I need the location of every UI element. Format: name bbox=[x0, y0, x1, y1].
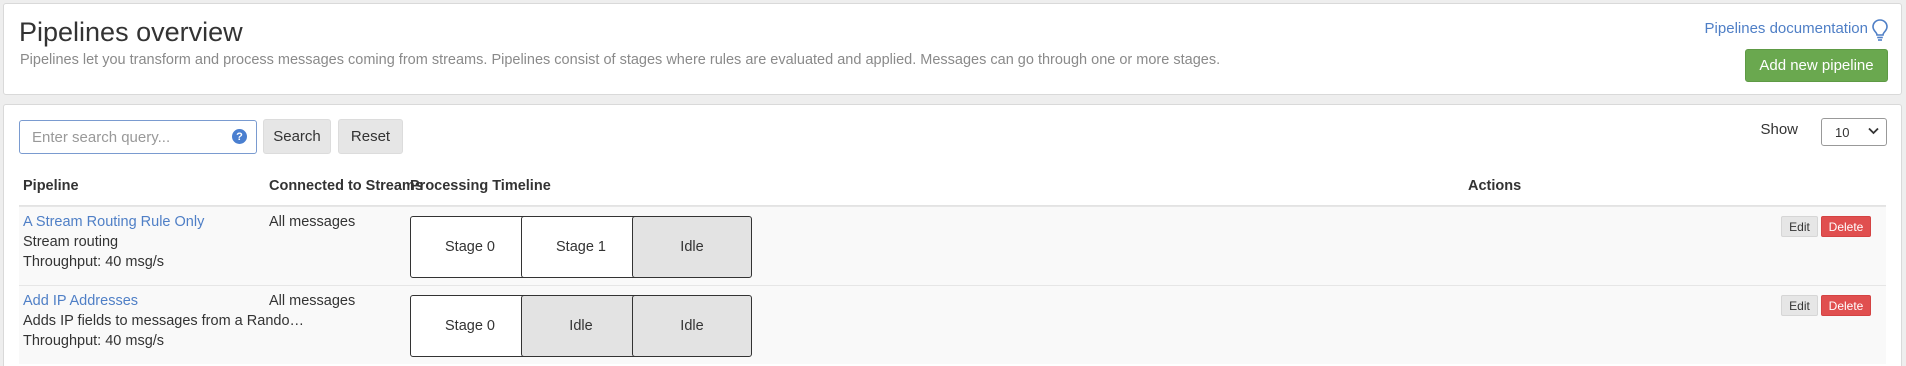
pipeline-throughput: Throughput: 40 msg/s bbox=[23, 333, 165, 349]
table-row: Add IP Addresses Adds IP fields to messa… bbox=[19, 285, 1886, 364]
pipeline-cell: A Stream Routing Rule Only Stream routin… bbox=[23, 212, 308, 272]
pipelines-documentation-link[interactable]: Pipelines documentation bbox=[1705, 20, 1868, 37]
stage-box[interactable]: Stage 1 bbox=[521, 216, 641, 278]
show-label: Show bbox=[1760, 121, 1798, 138]
search-box: ? bbox=[19, 120, 257, 154]
page-size-select[interactable]: 10 bbox=[1821, 118, 1887, 146]
search-button[interactable]: Search bbox=[263, 119, 331, 154]
pipeline-description: Stream routing bbox=[23, 234, 119, 250]
stage-box[interactable]: Stage 0 bbox=[410, 295, 530, 357]
column-header-processing-timeline: Processing Timeline bbox=[410, 178, 551, 194]
page-size-value: 10 bbox=[1835, 125, 1850, 140]
delete-button[interactable]: Delete bbox=[1821, 216, 1871, 237]
connected-streams: All messages bbox=[269, 293, 356, 309]
stage-idle-box: Idle bbox=[521, 295, 641, 357]
edit-button[interactable]: Edit bbox=[1781, 216, 1818, 237]
lightbulb-icon[interactable] bbox=[1871, 18, 1889, 42]
stage-idle-box: Idle bbox=[632, 216, 752, 278]
page-description: Pipelines let you transform and process … bbox=[20, 52, 1221, 68]
add-new-pipeline-button[interactable]: Add new pipeline bbox=[1745, 49, 1888, 82]
chevron-down-icon bbox=[1868, 127, 1879, 135]
delete-button[interactable]: Delete bbox=[1821, 295, 1871, 316]
page-title: Pipelines overview bbox=[19, 17, 243, 47]
pipelines-list-panel: ? Search Reset Show 10 Pipeline Connecte… bbox=[3, 104, 1902, 366]
column-header-actions: Actions bbox=[1468, 178, 1522, 194]
column-header-pipeline: Pipeline bbox=[23, 178, 79, 194]
stage-idle-box: Idle bbox=[632, 295, 752, 357]
reset-button[interactable]: Reset bbox=[338, 119, 403, 154]
pipeline-throughput: Throughput: 40 msg/s bbox=[23, 254, 165, 270]
edit-button[interactable]: Edit bbox=[1781, 295, 1818, 316]
pipeline-title-link[interactable]: A Stream Routing Rule Only bbox=[23, 212, 308, 232]
pipeline-title-link[interactable]: Add IP Addresses bbox=[23, 291, 308, 311]
connected-streams: All messages bbox=[269, 214, 356, 230]
stage-box[interactable]: Stage 0 bbox=[410, 216, 530, 278]
help-icon[interactable]: ? bbox=[232, 129, 247, 144]
pipeline-description: Adds IP fields to messages from a Random… bbox=[23, 313, 308, 329]
page-header: Pipelines overview Pipelines let you tra… bbox=[3, 3, 1902, 95]
column-header-connected-streams: Connected to Streams bbox=[269, 178, 423, 194]
table-row: A Stream Routing Rule Only Stream routin… bbox=[19, 206, 1886, 285]
pipeline-cell: Add IP Addresses Adds IP fields to messa… bbox=[23, 291, 308, 351]
search-input[interactable] bbox=[20, 121, 256, 153]
